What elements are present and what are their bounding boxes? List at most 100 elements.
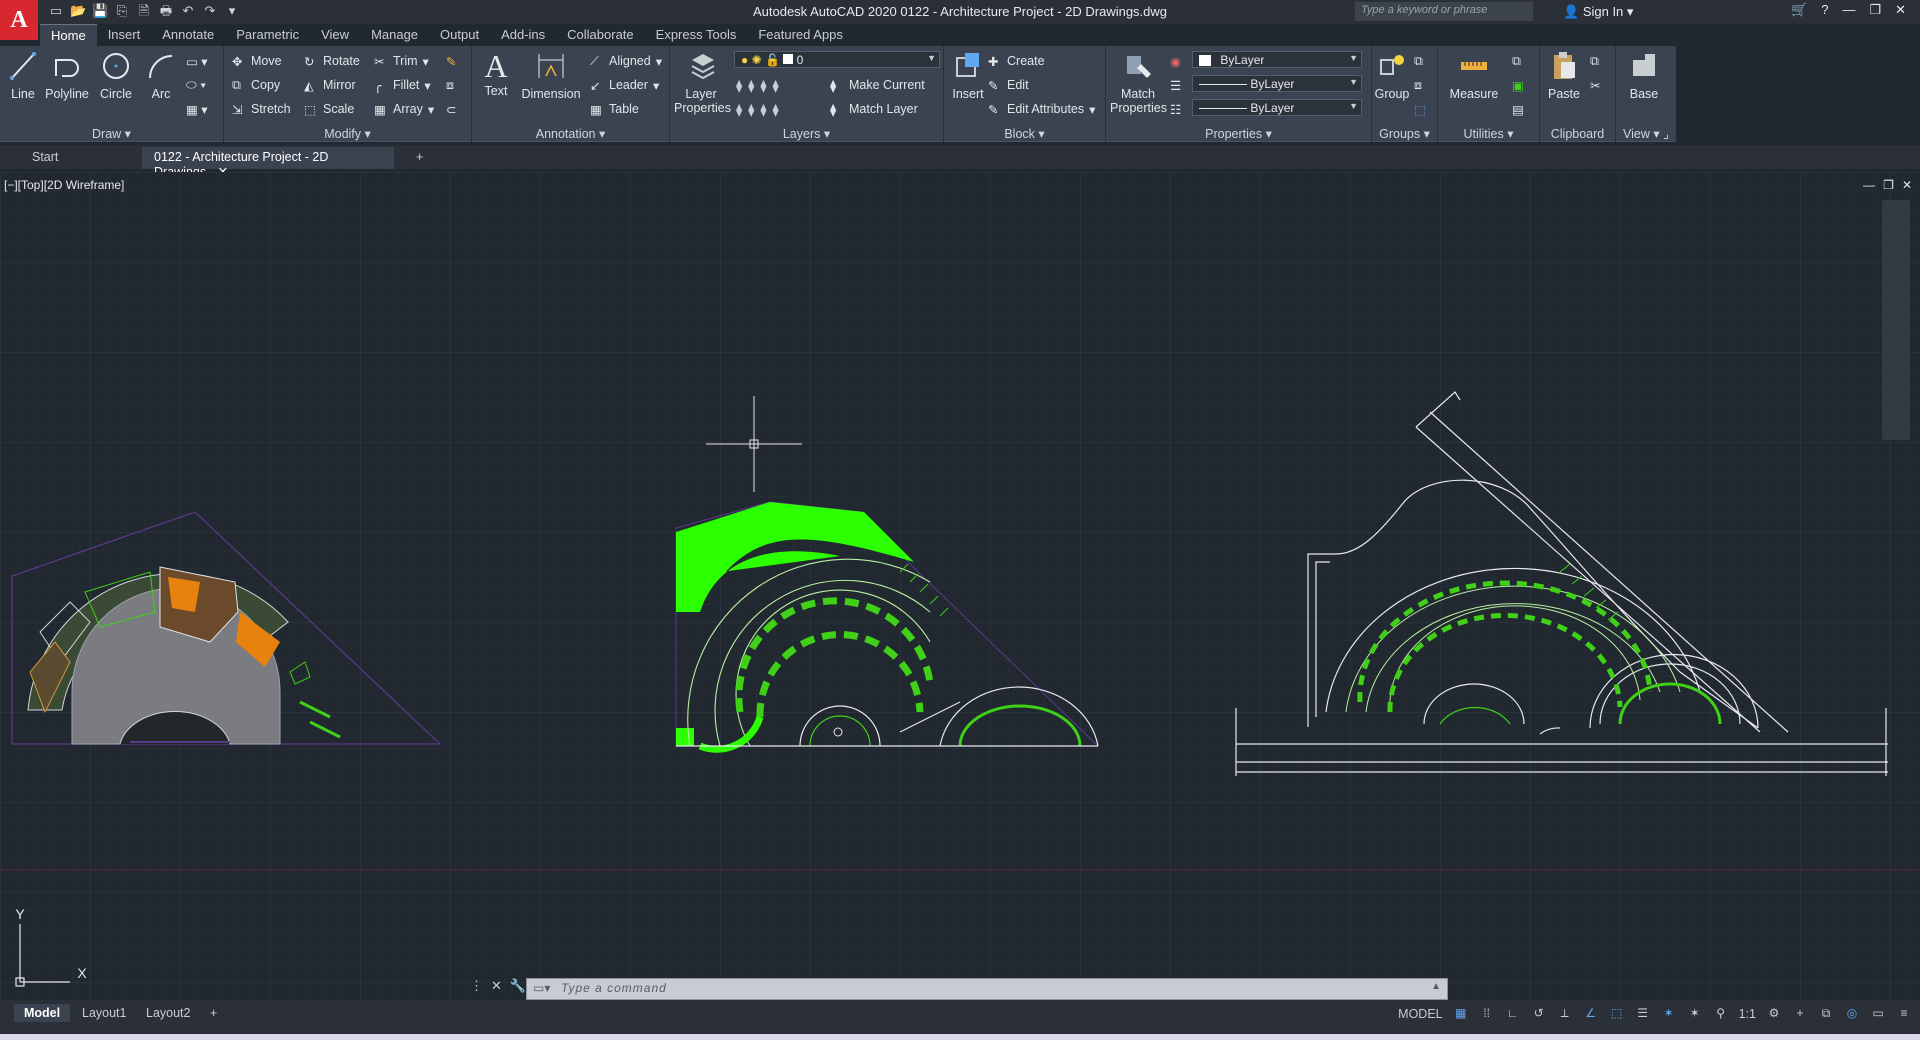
command-input[interactable]: Type a command (561, 981, 667, 995)
stretch-tool[interactable]: ⇲ Stretch (232, 100, 291, 118)
layer-state-tools-2[interactable]: ⧫⧫⧫⧫ (736, 100, 785, 118)
layout-tab-model[interactable]: Model (14, 1004, 71, 1022)
new-tab-button[interactable]: + (404, 147, 435, 169)
tab-express-tools[interactable]: Express Tools (645, 24, 748, 46)
object-snap-icon[interactable]: ⬚ (1609, 1006, 1625, 1022)
panel-title-modify[interactable]: Modify ▾ (224, 126, 471, 141)
group-tool[interactable]: Group (1374, 50, 1410, 101)
tab-insert[interactable]: Insert (97, 24, 152, 46)
layer-dropdown[interactable]: ● ✺ 🔓 0 ▼ (734, 51, 940, 68)
command-history-icon[interactable]: ▲ (1431, 981, 1441, 992)
rectangle-tool[interactable]: ▭ ▾ (186, 52, 208, 70)
ungroup-icon[interactable]: ⧉ (1414, 52, 1423, 70)
cut-icon[interactable]: ✂ (1590, 76, 1600, 94)
viewport-close-icon[interactable]: ✕ (1902, 178, 1912, 192)
model-space-button[interactable]: MODEL (1398, 1007, 1442, 1021)
linetype-icon[interactable]: ☷ (1170, 100, 1181, 118)
line-tool[interactable]: Line (6, 50, 40, 101)
minimize-button[interactable]: — (1842, 2, 1855, 18)
trim-tool[interactable]: ✂ Trim ▾ (374, 52, 429, 70)
grid-icon[interactable]: ▦ (1453, 1006, 1469, 1022)
viewport-restore-icon[interactable]: ❐ (1883, 178, 1894, 192)
publish-icon[interactable]: 🗎 (136, 2, 152, 20)
tab-featured-apps[interactable]: Featured Apps (747, 24, 854, 46)
navigation-bar[interactable] (1882, 200, 1910, 440)
command-close-icon[interactable]: ✕ (491, 978, 502, 994)
group-edit-icon[interactable]: ⧈ (1414, 76, 1422, 94)
base-tool[interactable]: Base (1626, 50, 1662, 101)
array-tool[interactable]: ▦ Array ▾ (374, 100, 434, 118)
hatch-tool[interactable]: ▦ ▾ (186, 100, 208, 118)
panel-title-properties[interactable]: Properties ▾ (1106, 126, 1371, 141)
layer-properties-tool[interactable]: Layer Properties (674, 50, 732, 115)
undo-icon[interactable]: ↶ (180, 2, 196, 20)
doc-tab-start[interactable]: Start (20, 147, 140, 169)
arc-tool[interactable]: Arc (142, 50, 180, 101)
workspace-gear-icon[interactable]: ⚙ (1766, 1006, 1782, 1022)
add-layout-button[interactable]: + (200, 1004, 227, 1022)
layer-state-tools[interactable]: ⧫⧫⧫⧫ (736, 76, 785, 94)
clean-screen-icon[interactable]: ▭ (1870, 1006, 1886, 1022)
tab-manage[interactable]: Manage (360, 24, 429, 46)
calculator-icon[interactable]: ▤ (1512, 100, 1524, 118)
units-icon[interactable]: ⧉ (1818, 1006, 1834, 1022)
autocad-logo-button[interactable]: A (0, 0, 38, 40)
circle-tool[interactable]: Circle (96, 50, 136, 101)
aligned-tool[interactable]: ⟋ Aligned ▾ (590, 52, 662, 70)
restore-button[interactable]: ❐ (1869, 2, 1881, 18)
edit-block-tool[interactable]: ✎ Edit (988, 76, 1029, 94)
tab-view[interactable]: View (310, 24, 360, 46)
customization-menu-icon[interactable]: ≡ (1896, 1006, 1912, 1022)
color-dropdown[interactable]: ByLayer ▼ (1192, 51, 1362, 68)
new-icon[interactable]: ▭ (48, 2, 64, 20)
workspace-dropdown-icon[interactable]: ▾ (224, 2, 240, 20)
annotation-visibility-icon[interactable]: ✶ (1661, 1006, 1677, 1022)
doc-tab-drawing[interactable]: 0122 - Architecture Project - 2D Drawing… (142, 147, 394, 179)
insert-tool[interactable]: Insert (948, 50, 988, 101)
panel-title-block[interactable]: Block ▾ (944, 126, 1105, 141)
dimension-tool[interactable]: Dimension (520, 50, 582, 101)
annotation-scale-icon[interactable]: ⚲ (1713, 1006, 1729, 1022)
cart-icon[interactable]: 🛒 (1791, 2, 1807, 18)
table-tool[interactable]: ▦ Table (590, 100, 639, 118)
auto-scale-icon[interactable]: ✶ (1687, 1006, 1703, 1022)
copy-clip-icon[interactable]: ⧉ (1590, 52, 1599, 70)
panel-title-clipboard[interactable]: Clipboard (1540, 127, 1615, 141)
tab-add-ins[interactable]: Add-ins (490, 24, 556, 46)
panel-title-groups[interactable]: Groups ▾ (1372, 126, 1437, 141)
erase-tool[interactable]: ✎ (446, 52, 456, 70)
mirror-tool[interactable]: ◭ Mirror (304, 76, 356, 94)
tab-collaborate[interactable]: Collaborate (556, 24, 645, 46)
sign-in-button[interactable]: 👤 Sign In ▾ (1563, 4, 1633, 20)
polar-icon[interactable]: ↺ (1531, 1006, 1547, 1022)
tab-home[interactable]: Home (40, 24, 97, 46)
annotation-scale-value[interactable]: 1:1 (1739, 1007, 1756, 1021)
save-as-icon[interactable]: ⎘ (114, 2, 130, 20)
object-snap-tracking-icon[interactable]: ∠ (1583, 1006, 1599, 1022)
move-tool[interactable]: ✥ Move (232, 52, 282, 70)
open-icon[interactable]: 📂 (70, 2, 86, 20)
leader-tool[interactable]: ↙ Leader ▾ (590, 76, 659, 94)
command-customize-icon[interactable]: 🔧 (510, 978, 526, 994)
isolate-objects-icon[interactable]: ◎ (1844, 1006, 1860, 1022)
tab-annotate[interactable]: Annotate (151, 24, 225, 46)
viewport-controls-label[interactable]: [−][Top][2D Wireframe] (4, 178, 124, 192)
edit-attributes-tool[interactable]: ✎ Edit Attributes ▾ (988, 100, 1095, 118)
panel-title-view[interactable]: View ▾ ⌟ (1616, 126, 1676, 141)
panel-title-draw[interactable]: Draw ▾ (0, 126, 223, 141)
save-icon[interactable]: 💾 (92, 2, 108, 20)
command-grip-icon[interactable]: ⋮ (470, 978, 483, 994)
paste-tool[interactable]: Paste (1544, 50, 1584, 101)
select-all-icon[interactable]: ▣ (1512, 76, 1524, 94)
close-button[interactable]: ✕ (1895, 2, 1906, 18)
offset-tool[interactable]: ⊂ (446, 100, 456, 118)
create-block-tool[interactable]: ✚ Create (988, 52, 1045, 70)
copy-tool[interactable]: ⧉ Copy (232, 76, 280, 94)
measure-tool[interactable]: Measure (1446, 50, 1502, 101)
lineweight-icon[interactable]: ☰ (1170, 76, 1181, 94)
linetype-dropdown[interactable]: ByLayer ▼ (1192, 99, 1362, 116)
command-line[interactable]: ▭▾ Type a command ▲ (526, 978, 1448, 1000)
plot-icon[interactable]: 🖶 (158, 2, 174, 20)
redo-icon[interactable]: ↷ (202, 2, 218, 20)
panel-title-layers[interactable]: Layers ▾ (670, 126, 943, 141)
